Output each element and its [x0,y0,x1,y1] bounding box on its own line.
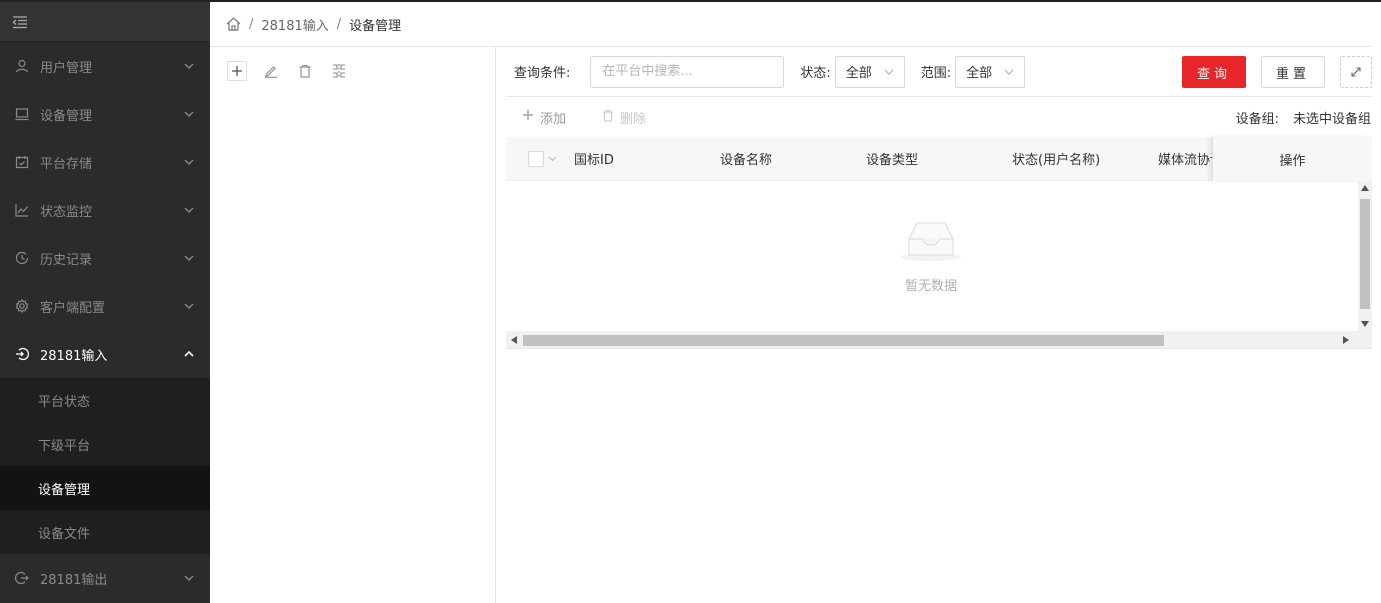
search-input[interactable] [590,55,785,88]
delete-device-button[interactable]: 删除 [602,108,646,127]
chevron-down-icon [1004,64,1014,79]
tree-toolbar [210,47,495,81]
select-all-header [506,150,574,167]
fullscreen-icon[interactable] [1340,56,1372,88]
gear-icon [14,298,30,314]
calendar-check-icon [14,154,30,170]
horizontal-scrollbar[interactable] [506,331,1372,349]
breadcrumb: / 28181输入 / 设备管理 [210,2,1371,47]
breadcrumb-current: 设备管理 [349,18,402,34]
empty-inbox-icon [899,219,963,267]
device-list-panel: 查询条件: 状态: 全部 范围: 全部 查询 重置 添加 [506,47,1372,603]
column-header[interactable]: 国标ID [574,149,720,168]
chevron-down-icon [184,205,194,215]
range-select[interactable]: 全部 [955,55,1026,88]
sidebar: 用户管理 设备管理 平台存储 状态监控 历史记录 客户端配置 28181输入 平… [0,2,210,603]
range-select-value: 全部 [966,66,993,81]
empty-text: 暂无数据 [904,279,957,294]
sidebar-item-28181-input[interactable]: 28181输入 [0,330,210,378]
status-label: 状态: [800,66,831,81]
sidebar-item-label: 状态监控 [40,204,93,220]
status-select[interactable]: 全部 [834,55,905,88]
sidebar-item-device-management[interactable]: 设备管理 [0,90,210,138]
edit-icon[interactable] [261,61,281,81]
plus-icon [522,109,534,125]
column-header-actions: 操作 [1212,137,1372,181]
chevron-down-icon[interactable] [548,151,557,166]
chevron-down-icon [184,157,194,167]
sidebar-item-label: 历史记录 [40,252,93,268]
main-content: / 28181输入 / 设备管理 查询条件: 状态: [210,2,1381,603]
table-header: 国标ID 设备名称 设备类型 状态(用户名称) 媒体流协议 操作 [506,137,1372,181]
table-body: 暂无数据 [506,181,1372,331]
history-icon [14,250,30,266]
chevron-down-icon [884,64,894,79]
menu-fold-icon[interactable] [12,15,28,29]
delete-device-label: 删除 [620,111,647,127]
sidebar-item-label: 客户端配置 [40,300,106,316]
logout-icon [14,570,30,586]
breadcrumb-item[interactable]: 28181输入 [261,15,328,34]
sidebar-item-status-monitor[interactable]: 状态监控 [0,186,210,234]
delete-icon [602,109,614,126]
status-select-value: 全部 [845,66,872,81]
device-group-label: 设备组: [1235,111,1279,127]
chevron-down-icon [184,61,194,71]
delete-icon[interactable] [295,61,315,81]
vertical-scrollbar[interactable] [1358,181,1372,331]
table-action-bar: 添加 删除 设备组: 未选中设备组 [506,97,1371,137]
sidebar-item-platform-storage[interactable]: 平台存储 [0,138,210,186]
chevron-down-icon [184,109,194,119]
sidebar-item-label: 28181输出 [40,572,108,588]
monitor-icon [14,106,30,122]
sidebar-item-label: 平台存储 [40,156,93,172]
filter-bar: 查询条件: 状态: 全部 范围: 全部 查询 重置 [506,47,1372,97]
breadcrumb-separator: / [336,16,342,32]
add-device-button[interactable]: 添加 [522,108,566,127]
sidebar-header [0,2,210,42]
column-header[interactable]: 设备名称 [720,149,866,168]
submenu-item-device-management[interactable]: 设备管理 [0,466,210,510]
column-header[interactable]: 媒体流协议 [1158,149,1218,168]
horizontal-scrollbar-thumb[interactable] [523,335,1164,346]
device-table: 国标ID 设备名称 设备类型 状态(用户名称) 媒体流协议 操作 暂无数据 [506,137,1372,349]
login-icon [14,346,30,362]
vertical-scrollbar-thumb[interactable] [1360,199,1370,309]
query-condition-label: 查询条件: [514,66,571,81]
range-label: 范围: [920,66,952,81]
device-group-info: 设备组: 未选中设备组 [1236,97,1371,137]
device-group-value: 未选中设备组 [1292,111,1371,127]
select-all-checkbox[interactable] [528,150,544,167]
sidebar-item-client-config[interactable]: 客户端配置 [0,282,210,330]
sidebar-item-label: 用户管理 [40,60,93,76]
reset-button[interactable]: 重置 [1261,56,1325,88]
query-button[interactable]: 查询 [1182,56,1246,88]
add-device-label: 添加 [540,111,567,127]
chevron-up-icon [184,349,194,359]
sidebar-item-history[interactable]: 历史记录 [0,234,210,282]
submenu-28181-input: 平台状态 下级平台 设备管理 设备文件 [0,378,210,554]
submenu-item-subordinate-platform[interactable]: 下级平台 [0,422,210,466]
line-chart-icon [14,202,30,218]
breadcrumb-separator: / [249,16,254,32]
sidebar-item-28181-output[interactable]: 28181输出 [0,554,210,602]
chevron-down-icon [184,573,194,583]
chevron-down-icon [184,301,194,311]
device-group-tree-panel [210,47,496,603]
sidebar-item-label: 28181输入 [40,348,108,364]
submenu-item-platform-status[interactable]: 平台状态 [0,378,210,422]
empty-state: 暂无数据 [866,219,996,294]
user-icon [14,58,30,74]
submenu-item-device-files[interactable]: 设备文件 [0,510,210,554]
chevron-down-icon [184,253,194,263]
column-header[interactable]: 设备类型 [866,149,1012,168]
sidebar-item-user-management[interactable]: 用户管理 [0,42,210,90]
column-header[interactable]: 状态(用户名称) [1012,149,1158,168]
sidebar-item-label: 设备管理 [40,108,93,124]
add-group-button[interactable] [227,61,247,81]
expand-collapse-icon[interactable] [329,61,349,81]
home-icon[interactable] [226,17,241,31]
